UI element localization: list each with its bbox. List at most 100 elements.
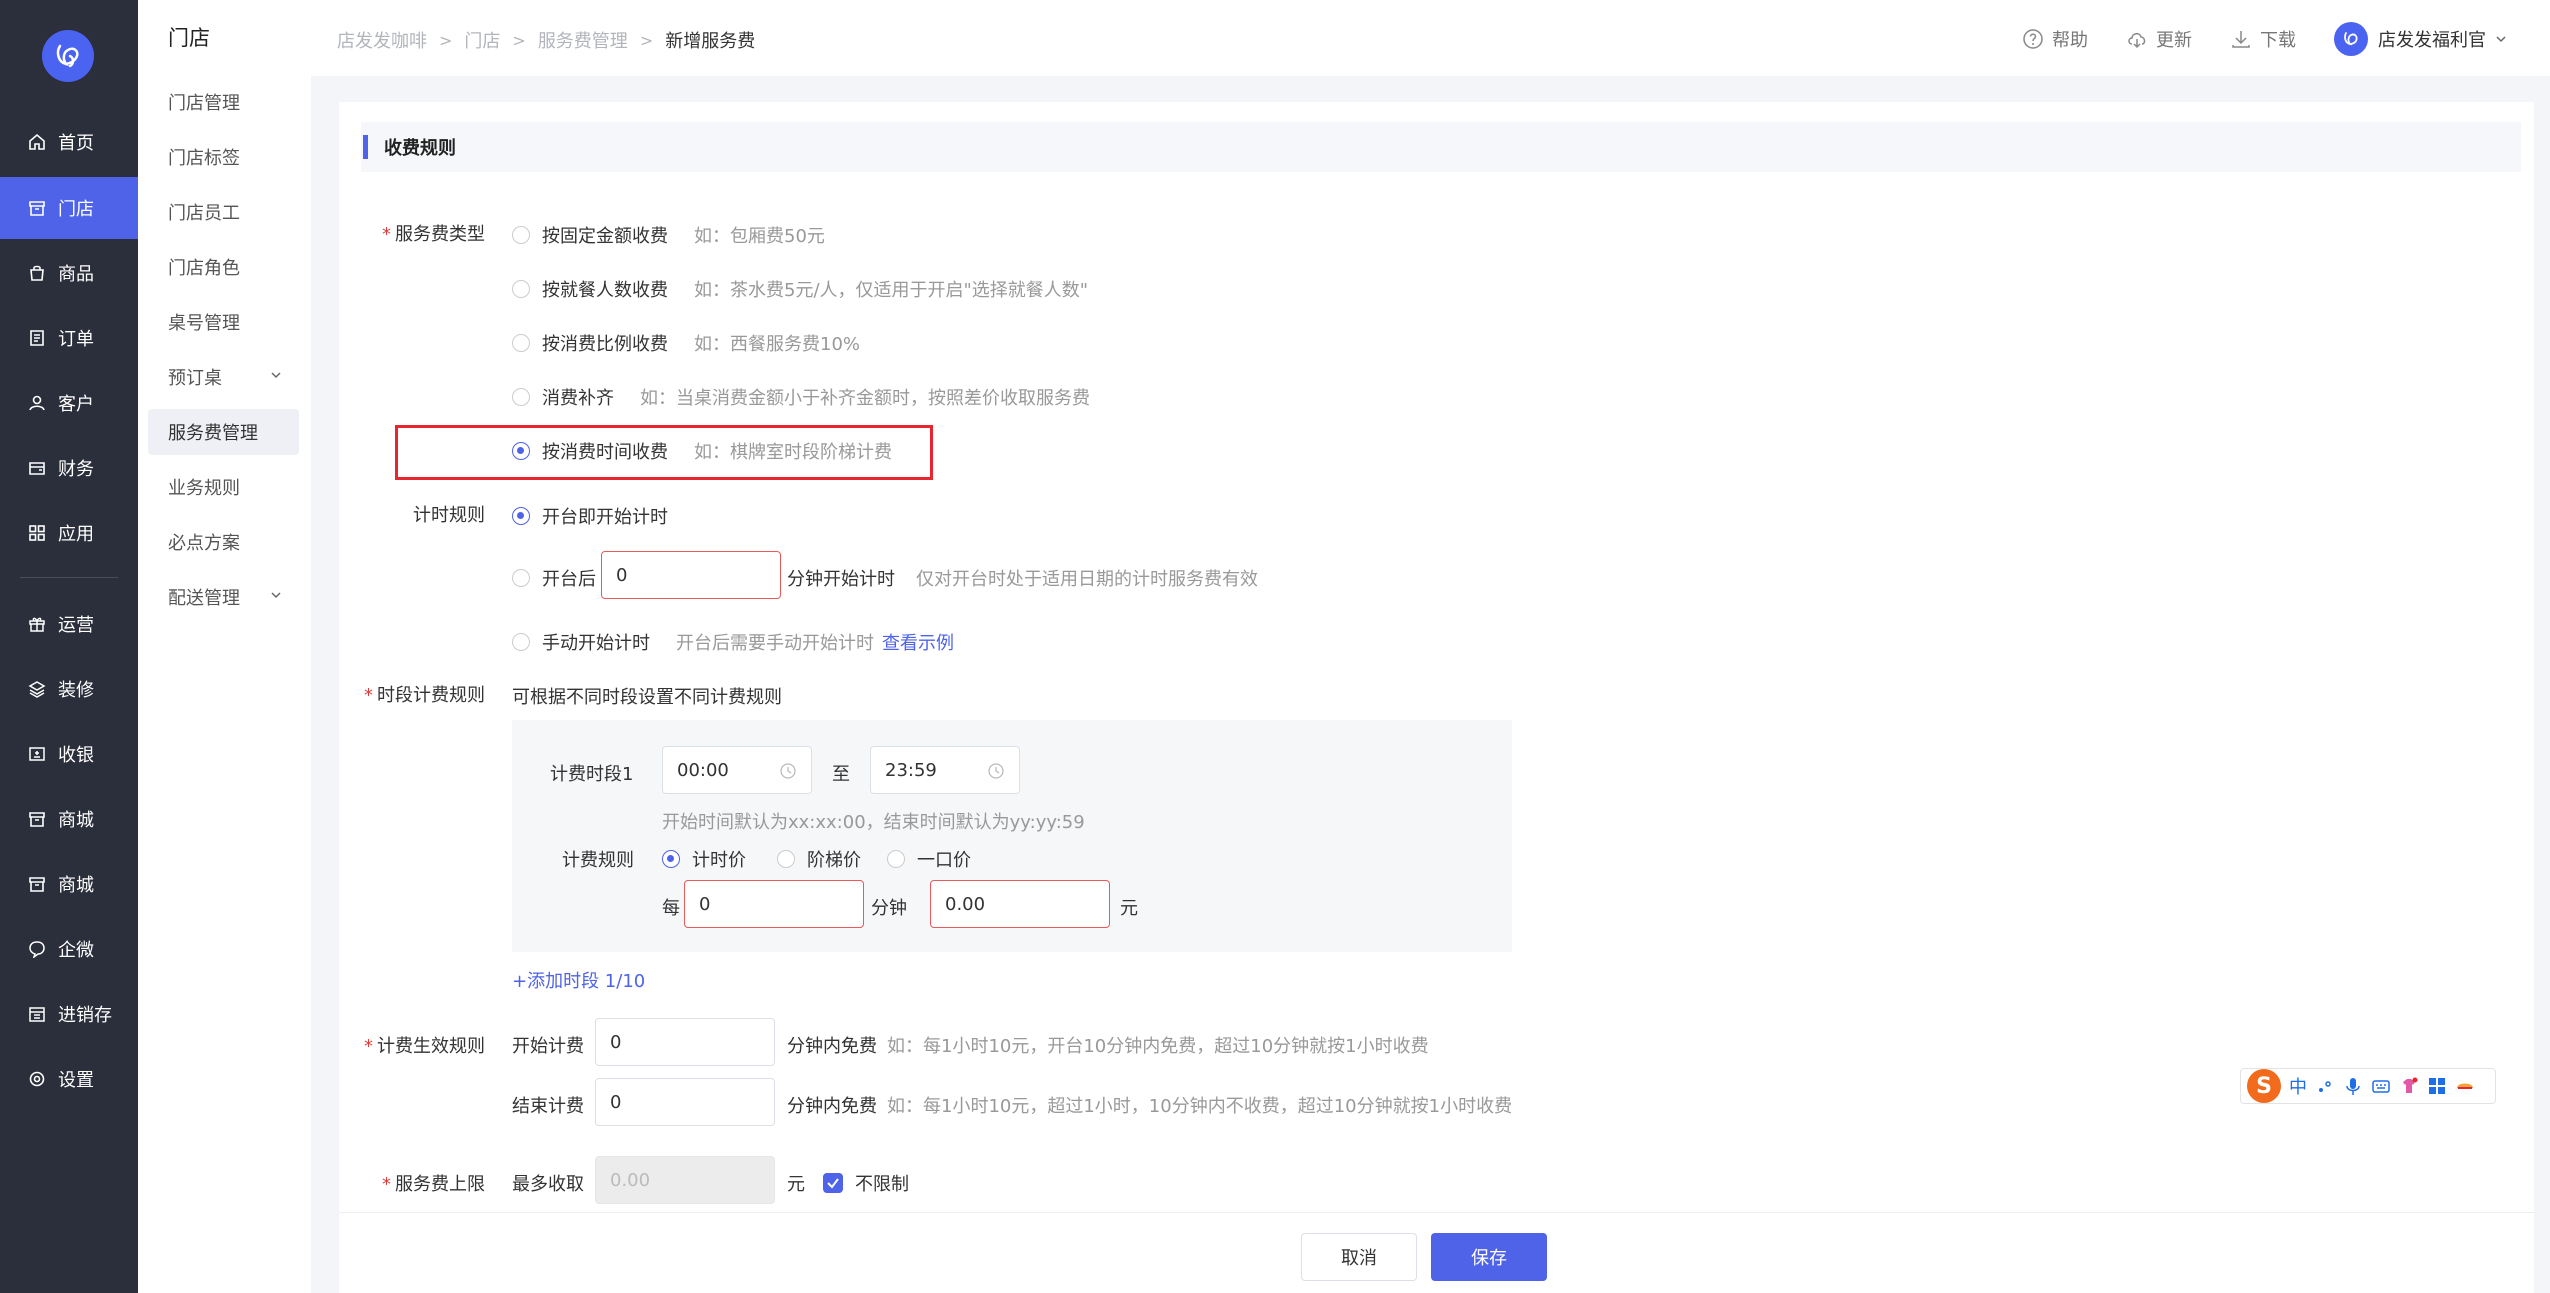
download-button[interactable]: 下载 <box>2230 26 2296 52</box>
ime-punctuation-icon[interactable] <box>2315 1076 2335 1096</box>
submenu-item-store-tags[interactable]: 门店标签 <box>148 134 299 180</box>
billing-minutes-input[interactable]: 0 <box>684 880 864 928</box>
nav-label: 商城 <box>58 875 94 896</box>
end-free-minutes-input[interactable]: 0 <box>595 1078 775 1126</box>
view-example-link[interactable]: 查看示例 <box>882 629 954 655</box>
update-button[interactable]: 更新 <box>2126 26 2192 52</box>
ime-language-toggle[interactable]: 中 <box>2289 1073 2307 1099</box>
checkbox-checked <box>823 1173 843 1193</box>
period-label: 计费时段1 <box>550 764 634 785</box>
nav-item-cashier[interactable]: 收银 <box>0 723 138 785</box>
app-logo[interactable] <box>42 30 94 82</box>
nav-item-apps[interactable]: 应用 <box>0 502 138 564</box>
settings-icon <box>28 1070 46 1088</box>
submenu-item-service-fee[interactable]: 服务费管理 <box>148 409 299 455</box>
nav-item-mall[interactable]: 商城 <box>0 788 138 850</box>
breadcrumb-item[interactable]: 服务费管理 <box>538 27 628 53</box>
ime-toolbox-icon[interactable] <box>2427 1076 2447 1096</box>
chevron-down-icon <box>271 592 281 599</box>
download-label: 下载 <box>2260 30 2296 51</box>
breadcrumb: 店发发咖啡 > 门店 > 服务费管理 > 新增服务费 <box>337 27 755 53</box>
submenu-item-store-management[interactable]: 门店管理 <box>148 79 299 125</box>
ime-microphone-icon[interactable] <box>2343 1076 2363 1096</box>
billing-price-input[interactable]: 0.00 <box>930 880 1110 928</box>
submenu-item-delivery[interactable]: 配送管理 <box>148 574 299 620</box>
unlimited-checkbox[interactable]: 不限制 <box>823 1170 909 1196</box>
nav-divider <box>20 577 118 578</box>
service-type-percentage[interactable]: 按消费比例收费 如：西餐服务费10% <box>512 330 860 356</box>
save-button[interactable]: 保存 <box>1431 1233 1547 1281</box>
cap-amount-input[interactable]: 0.00 <box>595 1156 775 1204</box>
nav-item-products[interactable]: 商品 <box>0 242 138 304</box>
submenu: 门店 门店管理 门店标签 门店员工 门店角色 桌号管理 预订桌 服务费管理 业务… <box>138 0 311 1293</box>
top-header: 店发发咖啡 > 门店 > 服务费管理 > 新增服务费 帮助 更新 下载 店发发福… <box>311 0 2550 76</box>
radio-label: 手动开始计时 <box>542 633 650 654</box>
submenu-item-table-numbers[interactable]: 桌号管理 <box>148 299 299 345</box>
service-type-topup[interactable]: 消费补齐 如：当桌消费金额小于补齐金额时，按照差价收取服务费 <box>512 384 1090 410</box>
nav-item-finance[interactable]: 财务 <box>0 437 138 499</box>
nav-label: 订单 <box>58 329 94 350</box>
radio-label: 消费补齐 <box>542 388 614 409</box>
help-label: 帮助 <box>2052 30 2088 51</box>
period-start-time[interactable]: 00:00 <box>662 746 812 794</box>
user-menu[interactable]: 店发发福利官 <box>2334 22 2508 56</box>
service-type-by-time[interactable]: 按消费时间收费 如：棋牌室时段阶梯计费 <box>512 438 892 464</box>
nav-label: 首页 <box>58 133 94 154</box>
nav-item-home[interactable]: 首页 <box>0 111 138 173</box>
timing-start-after[interactable]: 开台后 <box>512 565 596 591</box>
nav-item-decoration[interactable]: 装修 <box>0 658 138 720</box>
service-type-label: * 服务费类型 <box>382 224 485 245</box>
radio-circle <box>777 850 795 868</box>
form-footer: 取消 保存 <box>339 1212 2534 1293</box>
section-accent-bar <box>363 135 368 159</box>
header-actions: 帮助 更新 下载 店发发福利官 <box>1984 22 2508 56</box>
timing-start-on-open[interactable]: 开台即开始计时 <box>512 503 668 529</box>
ime-logo[interactable]: S <box>2247 1069 2281 1103</box>
ime-more-icon[interactable] <box>2455 1076 2475 1096</box>
check-icon <box>827 1178 839 1189</box>
input-value: 0 <box>610 1091 622 1113</box>
start-billing-label: 开始计费 <box>512 1036 584 1057</box>
submenu-item-reservations[interactable]: 预订桌 <box>148 354 299 400</box>
breadcrumb-item[interactable]: 店发发咖啡 <box>337 27 427 53</box>
start-free-minutes-input[interactable]: 0 <box>595 1018 775 1066</box>
nav-item-customers[interactable]: 客户 <box>0 372 138 434</box>
billing-tiered[interactable]: 阶梯价 <box>777 846 861 872</box>
breadcrumb-current: 新增服务费 <box>665 31 756 52</box>
ime-keyboard-icon[interactable] <box>2371 1076 2391 1096</box>
nav-item-wecom[interactable]: 企微 <box>0 918 138 980</box>
chevron-down-icon <box>2496 36 2506 43</box>
radio-circle <box>512 226 530 244</box>
radio-label: 按固定金额收费 <box>542 226 668 247</box>
submenu-item-required-items[interactable]: 必点方案 <box>148 519 299 565</box>
service-type-label-text: 服务费类型 <box>395 224 485 245</box>
timing-manual-start[interactable]: 手动开始计时 开台后需要手动开始计时 查看示例 <box>512 629 954 655</box>
help-button[interactable]: 帮助 <box>2022 26 2088 52</box>
input-value: 0.00 <box>945 893 986 915</box>
radio-circle <box>512 280 530 298</box>
cancel-button[interactable]: 取消 <box>1301 1233 1417 1281</box>
nav-item-mall-2[interactable]: 商城 <box>0 853 138 915</box>
nav-item-settings[interactable]: 设置 <box>0 1048 138 1110</box>
breadcrumb-item[interactable]: 门店 <box>464 27 500 53</box>
nav-item-orders[interactable]: 订单 <box>0 307 138 369</box>
nav-item-store[interactable]: 门店 <box>0 177 138 239</box>
submenu-item-business-rules[interactable]: 业务规则 <box>148 464 299 510</box>
ime-skin-icon[interactable] <box>2399 1076 2419 1096</box>
nav-item-inventory[interactable]: 进销存 <box>0 983 138 1045</box>
billing-hourly[interactable]: 计时价 <box>662 846 746 872</box>
submenu-item-store-roles[interactable]: 门店角色 <box>148 244 299 290</box>
nav-item-operations[interactable]: 运营 <box>0 593 138 655</box>
effective-rule-label: * 计费生效规则 <box>364 1036 485 1057</box>
add-period-link[interactable]: +添加时段 1/10 <box>512 967 645 993</box>
start-after-minutes-input[interactable]: 0 <box>601 551 781 599</box>
service-type-fixed[interactable]: 按固定金额收费 如：包厢费50元 <box>512 222 825 248</box>
user-icon <box>28 394 46 412</box>
radio-circle <box>512 334 530 352</box>
period-end-time[interactable]: 23:59 <box>870 746 1020 794</box>
breadcrumb-separator: > <box>639 30 654 50</box>
billing-flat[interactable]: 一口价 <box>887 846 971 872</box>
radio-hint: 开台后需要手动开始计时 <box>676 633 874 654</box>
submenu-item-store-staff[interactable]: 门店员工 <box>148 189 299 235</box>
service-type-per-person[interactable]: 按就餐人数收费 如：茶水费5元/人，仅适用于开启"选择就餐人数" <box>512 276 1088 302</box>
